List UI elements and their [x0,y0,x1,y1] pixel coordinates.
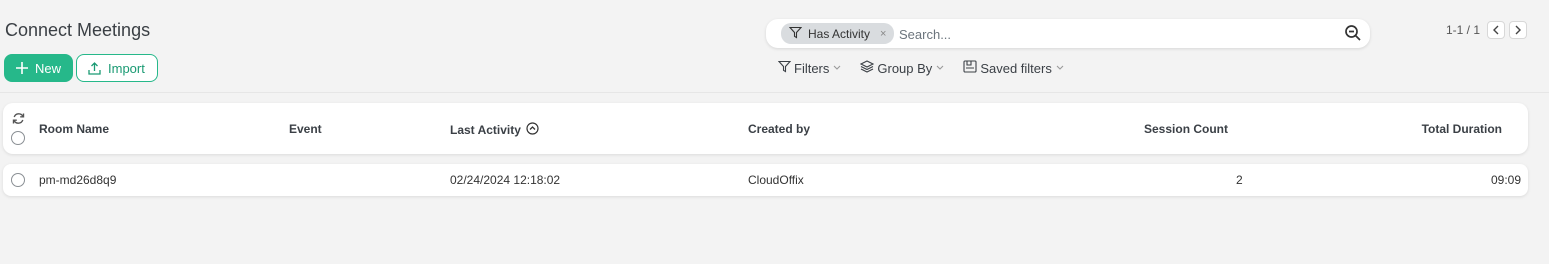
filters-dropdown[interactable]: Filters [777,60,841,76]
cell-session-count: 2 [1236,173,1243,187]
search-input[interactable] [897,24,1321,45]
import-button-label: Import [108,60,145,76]
chevron-left-icon [1493,25,1499,35]
import-button[interactable]: Import [76,54,158,82]
cell-last-activity: 02/24/2024 12:18:02 [450,173,561,187]
row-checkbox[interactable] [11,173,25,187]
group-by-label: Group By [877,60,933,76]
column-header-total-duration[interactable]: Total Duration [1422,122,1502,136]
plus-icon [15,61,29,75]
chevron-down-icon [1056,63,1064,73]
pager: 1-1 / 1 [1446,21,1528,39]
pager-count[interactable]: 1-1 / 1 [1446,23,1480,37]
cell-created-by: CloudOffix [748,173,804,187]
control-panel: Connect Meetings New Import Has Activity… [0,0,1549,93]
filters-label: Filters [794,60,830,76]
search-options: Filters Group By Saved filters [777,60,1083,76]
table-header: Room Name Event Last Activity Created by… [3,103,1528,154]
select-all-checkbox[interactable] [11,131,25,145]
pager-next-button[interactable] [1509,21,1528,39]
column-header-room-name[interactable]: Room Name [39,122,109,136]
chevron-down-icon [936,63,944,73]
column-header-session-count[interactable]: Session Count [1144,122,1228,136]
column-header-created-by[interactable]: Created by [748,122,810,136]
refresh-icon[interactable] [12,112,25,130]
chevron-down-icon [833,63,841,73]
search-facet-label: Has Activity [808,26,871,41]
saved-filters-dropdown[interactable]: Saved filters [963,60,1064,76]
new-button[interactable]: New [4,54,73,82]
filter-icon [777,60,792,76]
table-row[interactable]: pm-md26d8q9 02/24/2024 12:18:02 CloudOff… [3,164,1528,196]
filter-icon [788,26,803,42]
saved-filters-icon [963,60,977,76]
sort-ascending-icon [526,122,539,138]
chevron-right-icon [1515,25,1522,35]
saved-filters-label: Saved filters [980,60,1052,76]
new-button-label: New [35,60,62,76]
facet-remove-icon[interactable]: × [880,28,886,40]
column-header-last-activity[interactable]: Last Activity [450,122,539,138]
cell-total-duration: 09:09 [1490,173,1521,187]
search-icon[interactable] [1344,24,1362,47]
upload-icon [87,61,102,76]
pager-previous-button[interactable] [1487,21,1506,39]
layers-icon [860,60,875,76]
search-panel: Has Activity × [766,19,1370,48]
page-title: Connect Meetings [5,20,151,40]
cell-room-name: pm-md26d8q9 [39,173,117,187]
column-header-last-activity-label: Last Activity [450,123,521,137]
search-facet[interactable]: Has Activity × [781,23,894,44]
column-header-event[interactable]: Event [289,122,322,136]
group-by-dropdown[interactable]: Group By [860,60,944,76]
